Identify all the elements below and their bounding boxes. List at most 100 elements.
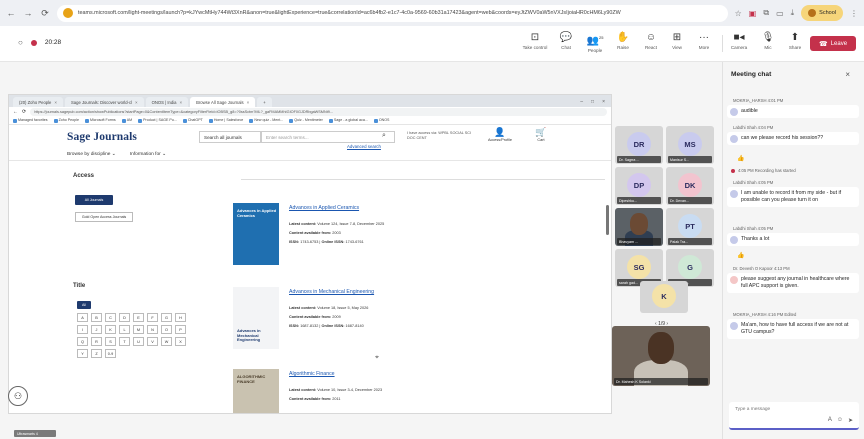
- emoji-icon[interactable]: ☺: [837, 417, 843, 424]
- journal-issn: ISSN: 1687-8132 | Online ISSN: 1687-8140: [289, 324, 364, 328]
- chat-message[interactable]: Ma'am, how to have full access if we are…: [727, 319, 859, 339]
- chat-meta: MOKRIA_HARSH 4:01 PM: [733, 98, 784, 103]
- participant-tile[interactable]: DP Dipeshku...: [615, 167, 663, 205]
- letter-filter: W: [161, 337, 172, 346]
- browser-menu-icon[interactable]: ⋮: [850, 9, 858, 18]
- star-icon[interactable]: ☆: [735, 9, 742, 18]
- mouse-cursor-icon: ⌖: [375, 354, 379, 361]
- chat-message[interactable]: I am unable to record it from my side - …: [727, 187, 859, 207]
- participant-tile[interactable]: DR Dr. Sagrra ...: [615, 126, 663, 164]
- mic-button[interactable]: 🎙 Mic: [755, 31, 781, 50]
- letter-filter: Z: [91, 349, 102, 358]
- format-icon[interactable]: A: [828, 417, 832, 424]
- profile-avatar: [808, 9, 817, 17]
- site-logo: Sage Journals: [67, 131, 137, 143]
- participant-avatar: MS: [678, 132, 702, 156]
- participant-avatar: PT: [678, 214, 702, 238]
- take-control-button[interactable]: ⊡ Take control: [522, 31, 548, 50]
- participant-tile[interactable]: PT Palak Tra...: [666, 208, 714, 246]
- avatar: [730, 108, 738, 116]
- chat-message[interactable]: Thanks a lot: [727, 233, 859, 246]
- url-text: teams.microsoft.com/light-meetings/launc…: [78, 10, 621, 16]
- people-button[interactable]: 👥25 People: [582, 31, 608, 53]
- shared-tab: (20) Zoho People ×: [13, 97, 63, 107]
- site-info-icon[interactable]: [63, 8, 73, 18]
- mic-icon: 🎙: [761, 32, 775, 43]
- camera-button[interactable]: ■◂ Camera: [726, 31, 752, 50]
- chat-button[interactable]: 💬 Chat: [553, 31, 579, 50]
- journal-title-link: Advances in Mechanical Engineering: [289, 289, 375, 295]
- forward-icon[interactable]: →: [23, 8, 33, 18]
- accessibility-icon[interactable]: ⚇: [8, 386, 28, 406]
- puzzle-icon[interactable]: ⧉: [763, 8, 769, 18]
- bookmark-item: New quiz - Ment...: [249, 118, 283, 123]
- shared-address-bar: ← ⟳ https://journals.sagepub.com/action/…: [9, 107, 611, 117]
- recording-indicator-icon: [30, 39, 37, 46]
- main-speaker-video[interactable]: Dr. Mahesh K Solanki: [612, 326, 710, 386]
- profile-label: School: [819, 10, 836, 16]
- chat-message[interactable]: can we please record his session??: [727, 132, 859, 145]
- share-button[interactable]: ⬆ Share: [782, 31, 808, 50]
- profile-button[interactable]: School: [801, 5, 843, 21]
- letter-filter: D: [119, 313, 130, 322]
- chat-compose-box[interactable]: Type a message A ☺ ➤: [729, 402, 859, 430]
- split-screen-icon[interactable]: ▭: [776, 9, 784, 18]
- take-control-icon: ⊡: [530, 32, 540, 43]
- recording-icon: [731, 168, 735, 173]
- avatar: [730, 236, 738, 244]
- leave-button[interactable]: ☎ Leave: [810, 36, 856, 51]
- extension-icon[interactable]: ▣: [749, 9, 757, 18]
- shared-tab-active: Browse All Sage Journals ×: [190, 97, 256, 107]
- advanced-search-link: Advanced search: [347, 144, 381, 149]
- camera-icon: ■◂: [733, 32, 745, 43]
- close-icon[interactable]: ×: [845, 70, 850, 79]
- address-bar[interactable]: teams.microsoft.com/light-meetings/launc…: [57, 4, 728, 22]
- facet-access-heading: Access: [73, 173, 95, 179]
- chat-message[interactable]: please suggest any journal in healthcare…: [727, 273, 859, 293]
- new-tab-icon: +: [257, 97, 272, 107]
- journal-cover: Advances in Mechanical Engineering: [233, 287, 279, 349]
- participant-name: Manisur S...: [668, 156, 712, 163]
- participant-tile[interactable]: MS Manisur S...: [666, 126, 714, 164]
- bookmark-item: ONOS: [373, 118, 389, 123]
- reload-icon[interactable]: ⟳: [40, 8, 50, 19]
- compose-tools: A ☺ ➤: [828, 417, 853, 424]
- shared-scrollbar-thumb: [606, 205, 609, 235]
- meeting-stage: (20) Zoho People × Sage Journals: Discove…: [0, 62, 722, 439]
- chat-message[interactable]: audible: [727, 105, 859, 118]
- chat-title: Meeting chat: [731, 71, 772, 78]
- react-icon: ☺: [645, 32, 657, 43]
- participant-name: Dr. Mahesh K Solanki: [614, 378, 708, 385]
- avatar: [730, 322, 738, 330]
- participant-video-tile[interactable]: Bhavyam ...: [615, 208, 663, 246]
- letter-filter: J: [91, 325, 102, 334]
- nav-information-for: Information for ⌄: [129, 152, 167, 157]
- participant-tile[interactable]: K: [640, 281, 688, 313]
- search-scope-select: Search all journals: [199, 131, 261, 143]
- nav-browse-discipline: Browse by discipline ⌄: [67, 152, 116, 157]
- person-icon: 👤: [494, 127, 506, 137]
- downloads-icon[interactable]: ⤓: [791, 8, 795, 18]
- participant-tile[interactable]: DK Dr. Devan...: [666, 167, 714, 205]
- letter-filter: G: [161, 313, 172, 322]
- video-face: [630, 213, 648, 235]
- thumbs-up-reaction: 👍: [737, 156, 745, 162]
- site-nav: Browse by discipline ⌄ Information for ⌄: [9, 149, 611, 161]
- journal-cover: Advances in Applied Ceramics: [233, 203, 279, 265]
- bookmark-item: Microsoft Forms: [84, 118, 116, 123]
- view-button[interactable]: ⊞ View: [664, 31, 690, 50]
- bookmark-item: Quiz - Mentimeter: [289, 118, 323, 123]
- raise-hand-button[interactable]: ✋ Raise: [610, 31, 636, 50]
- letter-filter: V: [147, 337, 158, 346]
- facet-title-heading: Title: [73, 283, 86, 289]
- bookmarks-bar: Managed favorites Zoho People Microsoft …: [9, 117, 611, 125]
- letter-all-filter: All: [77, 301, 91, 309]
- more-button[interactable]: ··· More: [691, 31, 717, 50]
- letter-filter: S: [105, 337, 116, 346]
- send-icon[interactable]: ➤: [848, 417, 853, 424]
- bookmark-item: Sage - a global aca...: [328, 118, 368, 123]
- letter-filter: B: [91, 313, 102, 322]
- back-icon[interactable]: ←: [6, 8, 16, 18]
- chat-meta: Labdhi Shah 4:05 PM: [733, 226, 774, 231]
- react-button[interactable]: ☺ React: [638, 31, 664, 50]
